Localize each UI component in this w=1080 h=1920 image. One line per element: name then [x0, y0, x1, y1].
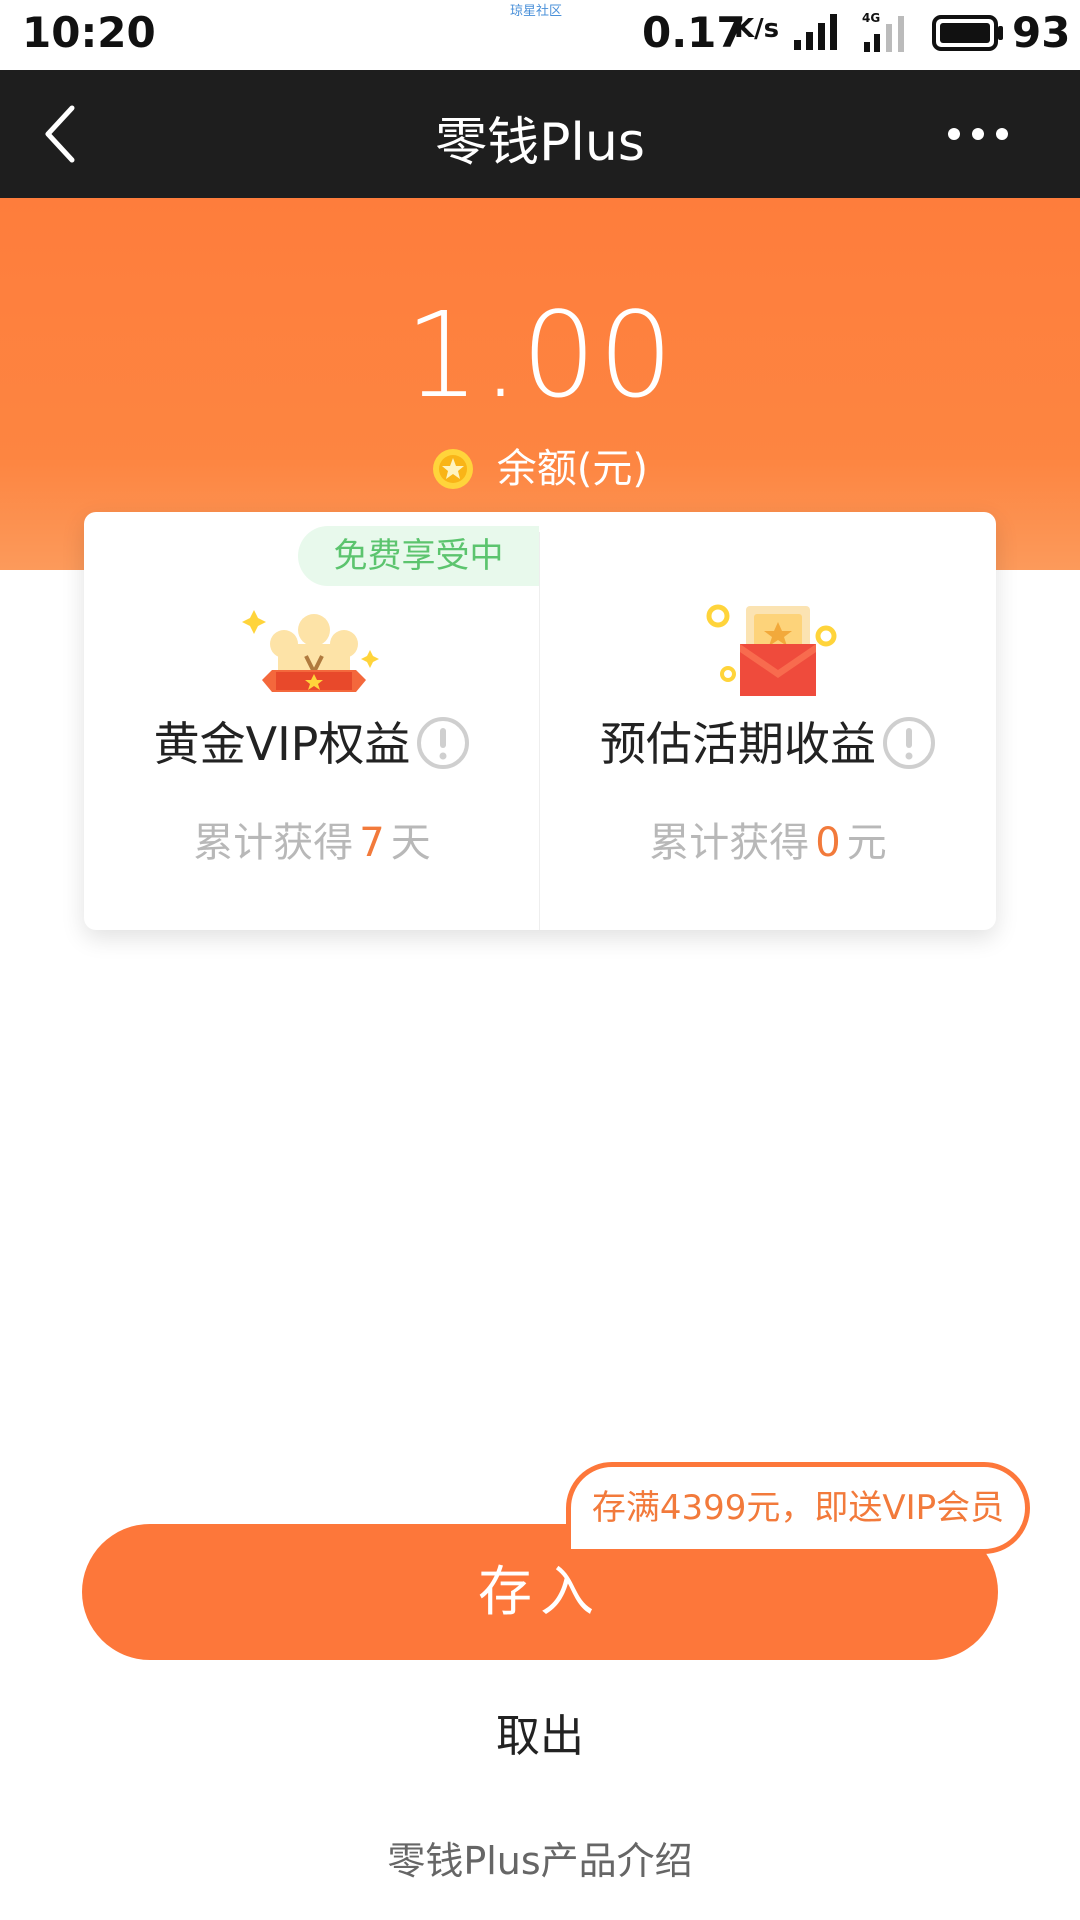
free-trial-badge: 免费享受中: [298, 526, 539, 586]
earnings-value: 0: [815, 820, 841, 866]
mobile-data-icon: 4G: [862, 11, 904, 52]
info-icon[interactable]: [416, 716, 470, 770]
status-watermark-text: 琼星社区: [510, 4, 563, 19]
crown-icon: [242, 610, 379, 692]
benefits-panel: 黄金VIP权益 累计获得 7 天 免费享受中 预估活期收益 累计获得 0 元: [84, 512, 996, 930]
red-envelope-icon: [706, 604, 837, 696]
signal-icon: [794, 14, 837, 50]
status-time: 10:20: [22, 8, 156, 57]
vip-benefit-summary: 累计获得 7 天: [84, 810, 540, 868]
vip-summary-prefix: 累计获得: [193, 820, 354, 866]
balance-amount: 1.00: [404, 286, 676, 424]
status-bar: 10:20 琼星社区 0.17 K/s 4G 93: [0, 0, 1080, 70]
earnings-title: 预估活期收益: [600, 717, 876, 771]
vip-summary-unit: 天: [390, 820, 431, 866]
earnings-title-row: 预估活期收益: [540, 708, 996, 774]
vip-days-value: 7: [359, 820, 385, 866]
vip-benefit-title-row: 黄金VIP权益: [84, 708, 540, 774]
info-icon[interactable]: [882, 716, 936, 770]
coin-icon: [433, 449, 474, 489]
earnings-summary-prefix: 累计获得: [649, 820, 810, 866]
battery-icon: [932, 15, 1003, 51]
promo-bubble: 存满4399元，即送VIP会员: [566, 1462, 1030, 1554]
navigation-bar: 零钱Plus: [0, 70, 1080, 198]
network-speed-unit: K/s: [734, 14, 780, 44]
earnings-summary: 累计获得 0 元: [540, 810, 996, 868]
more-options-icon[interactable]: [946, 122, 1010, 146]
balance-label-row: 余额(元): [0, 436, 1080, 494]
network-type-label: 4G: [862, 11, 880, 25]
vip-benefit-title: 黄金VIP权益: [153, 717, 411, 771]
earnings-card[interactable]: 预估活期收益 累计获得 0 元: [540, 512, 996, 930]
battery-level: 93: [1012, 8, 1071, 57]
page-title: 零钱Plus: [435, 113, 645, 173]
product-intro-link[interactable]: 零钱Plus产品介绍: [0, 1830, 1080, 1885]
balance-label: 余额(元): [496, 446, 648, 492]
withdraw-button[interactable]: 取出: [0, 1700, 1080, 1764]
network-speed: 0.17: [642, 8, 746, 57]
earnings-summary-unit: 元: [846, 820, 887, 866]
